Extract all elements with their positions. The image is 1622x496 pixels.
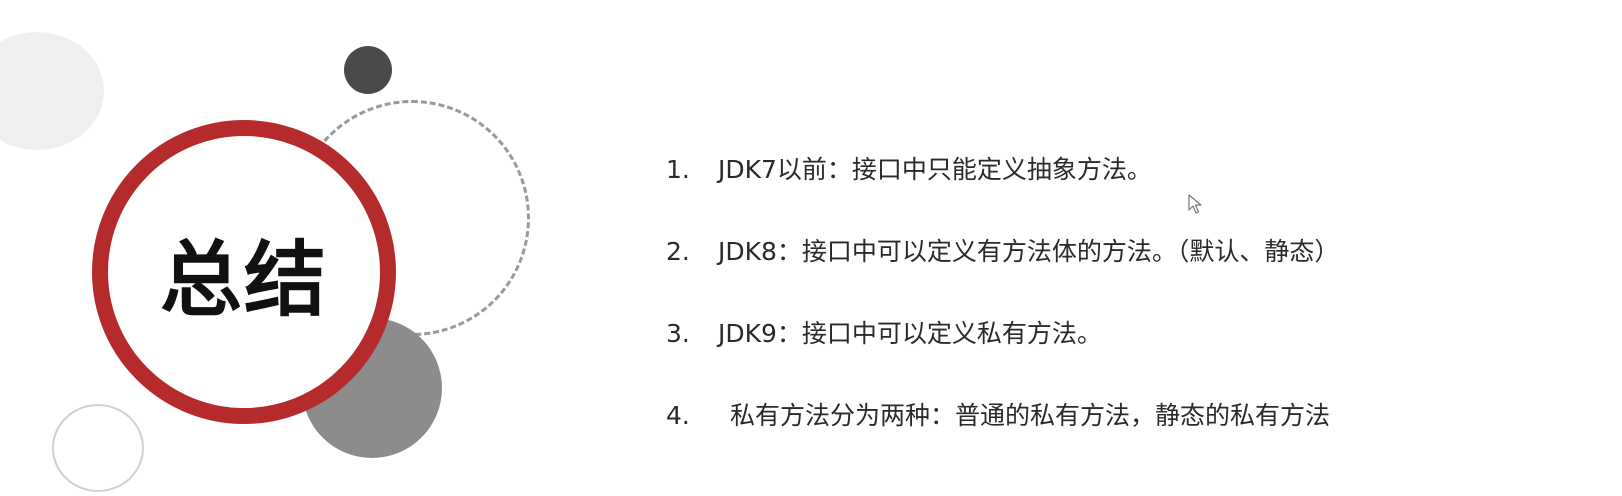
- item-text: JDK9：接口中可以定义私有方法。: [718, 319, 1102, 348]
- item-number: 2.: [666, 237, 690, 266]
- decorative-dark-circle: [344, 46, 392, 94]
- item-text: JDK7以前：接口中只能定义抽象方法。: [718, 155, 1152, 184]
- summary-list: 1. JDK7以前：接口中只能定义抽象方法。 2. JDK8：接口中可以定义有方…: [666, 150, 1586, 478]
- item-text: JDK8：接口中可以定义有方法体的方法。（默认、静态）: [718, 237, 1340, 266]
- decorative-light-circle: [0, 32, 104, 150]
- item-number: 4.: [666, 401, 690, 430]
- summary-item: 4. 私有方法分为两种：普通的私有方法，静态的私有方法: [666, 396, 1586, 478]
- summary-item: 3. JDK9：接口中可以定义私有方法。: [666, 314, 1586, 396]
- slide-canvas: 总结 1. JDK7以前：接口中只能定义抽象方法。 2. JDK8：接口中可以定…: [0, 0, 1622, 496]
- item-number: 1.: [666, 155, 690, 184]
- slide-title: 总结: [159, 232, 328, 328]
- item-number: 3.: [666, 319, 690, 348]
- summary-item: 2. JDK8：接口中可以定义有方法体的方法。（默认、静态）: [666, 232, 1586, 314]
- summary-item: 1. JDK7以前：接口中只能定义抽象方法。: [666, 150, 1586, 232]
- item-text: 私有方法分为两种：普通的私有方法，静态的私有方法: [730, 401, 1331, 430]
- decorative-outline-circle: [52, 404, 144, 492]
- mouse-pointer-icon: [1188, 194, 1202, 214]
- title-ring: 总结: [92, 120, 396, 424]
